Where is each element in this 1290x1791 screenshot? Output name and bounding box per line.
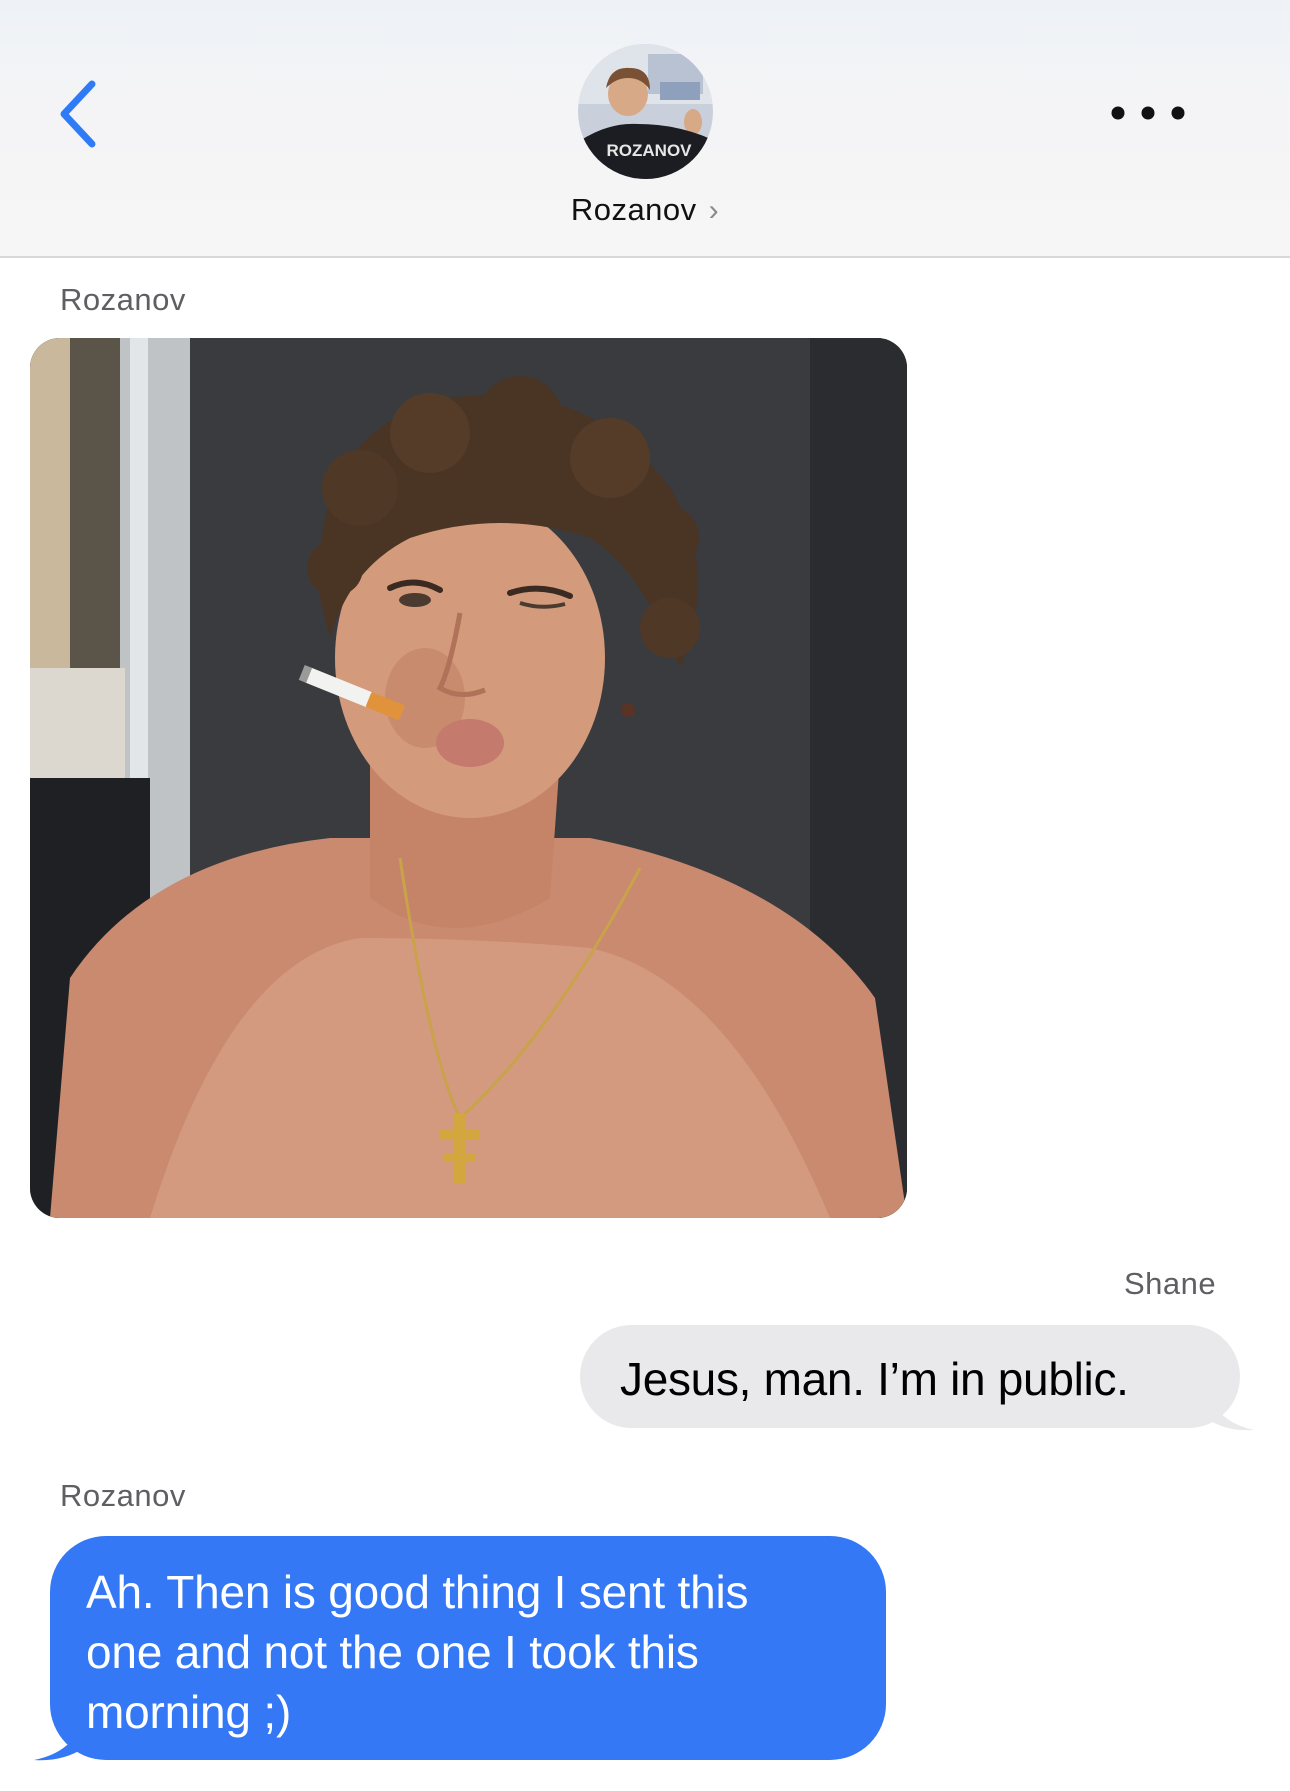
- message-text-line: Ah. Then is good thing I sent this: [86, 1566, 749, 1618]
- chevron-left-icon: [60, 80, 96, 148]
- contact-name[interactable]: Rozanov ›: [0, 192, 1290, 228]
- sender-name: Rozanov: [60, 1478, 186, 1513]
- message-text-line: one and not the one I took this: [86, 1626, 699, 1678]
- avatar-photo: ROZANOV: [578, 44, 713, 179]
- message-text-line: morning ;): [86, 1686, 292, 1738]
- message-text: Jesus, man. I’m in public.: [620, 1353, 1129, 1405]
- sender-name: Shane: [1124, 1266, 1217, 1301]
- chevron-right-icon: ›: [708, 194, 720, 227]
- contact-avatar[interactable]: ROZANOV: [578, 44, 713, 179]
- message-bubble[interactable]: Ah. Then is good thing I sent this one a…: [50, 1536, 886, 1760]
- sender-name: Rozanov: [60, 282, 186, 317]
- photo-attachment: [30, 338, 907, 1218]
- image-message[interactable]: [30, 338, 907, 1218]
- back-button[interactable]: [52, 74, 112, 154]
- avatar-jersey-text: ROZANOV: [607, 141, 693, 160]
- contact-name-label: Rozanov: [570, 192, 697, 227]
- message-bubble[interactable]: Jesus, man. I’m in public.: [580, 1325, 1240, 1428]
- conversation-header: ROZANOV Rozanov ›: [0, 0, 1290, 258]
- ellipsis-icon: [1111, 106, 1185, 120]
- more-options-button[interactable]: [1106, 96, 1190, 130]
